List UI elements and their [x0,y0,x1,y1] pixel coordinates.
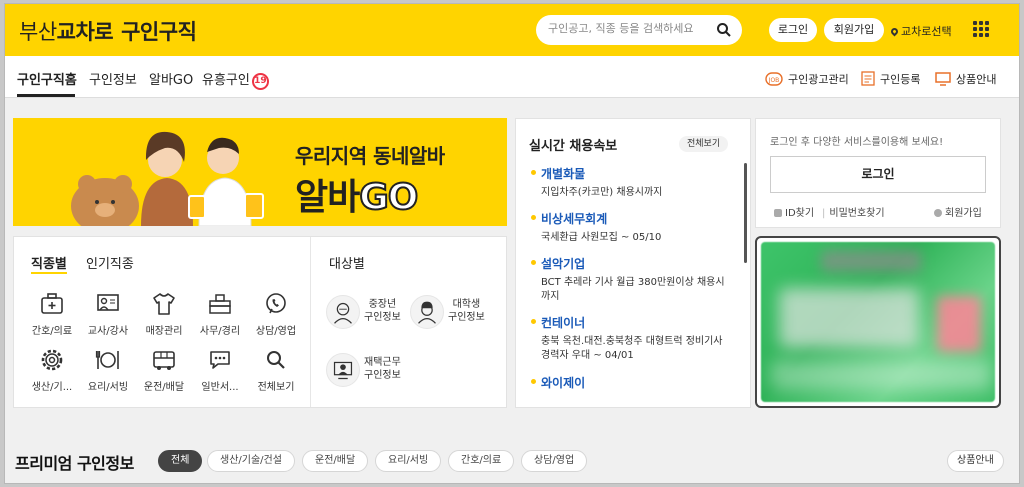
job-category-card: 직종별 인기직종 간호/의료 교사/강사 매장관리 사무/경리 상담/영업 생산… [13,236,507,408]
site-logo[interactable]: 부산교차로 구인구직 [19,16,197,46]
tab-entertainment-label: 유흥구인 [202,73,250,88]
region-select[interactable]: 교차로선택 [889,23,952,39]
banner-headline: 우리지역 동네알바 [295,144,445,168]
page-frame: 부산교차로 구인구직 로그인 회원가입 교차로선택 구인구직홈 구인정보 알바GO… [4,3,1020,484]
login-message: 로그인 후 다양한 서비스를이용해 보세요! [770,137,944,148]
tab-job-info[interactable]: 구인정보 [89,69,137,88]
job-category-consulting[interactable]: 상담/영업 [246,291,306,337]
premium-product-info-button[interactable]: 상품안내 [947,450,1004,472]
top-header: 부산교차로 구인구직 로그인 회원가입 교차로선택 [5,4,1019,56]
header-login-button[interactable]: 로그인 [769,18,817,42]
logo-service: 구인구직 [121,20,197,44]
search-icon [267,351,285,369]
realtime-item[interactable]: 개별화물 지입차주(카코만) 채용시까지 [531,165,731,200]
login-card: 로그인 후 다양한 서비스를이용해 보세요! 로그인 ID찾기 | 비밀번호찾기 … [755,118,1001,228]
premium-chip-medical[interactable]: 간호/의료 [448,450,515,472]
medical-kit-icon [41,293,63,314]
tab-job-home[interactable]: 구인구직홈 [17,69,77,88]
realtime-item[interactable]: 와이제이 [531,374,731,391]
realtime-scrollbar[interactable] [744,163,747,263]
adult-19-badge: 19 [251,73,269,90]
realtime-title: 실시간 채용속보 [529,139,618,154]
gear-icon [41,349,63,371]
svg-text:JOB: JOB [768,77,780,84]
teacher-board-icon [97,294,119,311]
office-desk-icon [209,294,231,314]
location-pin-icon [889,26,900,37]
main-nav: 구인구직홈 구인정보 알바GO 유흥구인 19 JOB 구인광고관리 구인등록 상품… [5,56,1019,98]
divider [310,237,311,407]
nav-job-ad-manage[interactable]: JOB 구인광고관리 [765,71,849,87]
job-category-cooking[interactable]: 요리/서빙 [78,347,138,393]
job-category-office[interactable]: 사무/경리 [190,291,250,337]
realtime-view-all-button[interactable]: 전체보기 [679,136,729,152]
premium-chip-production[interactable]: 생산/기술/건설 [207,450,295,472]
realtime-hiring-card: 실시간 채용속보 전체보기 개별화물 지입차주(카코만) 채용시까지 비상세무회… [515,118,751,408]
header-join-button[interactable]: 회원가입 [824,18,884,42]
cutlery-icon [95,351,119,369]
active-tab-indicator [17,94,75,97]
remote-work-icon [326,353,360,387]
tab-popular-jobs[interactable]: 인기직종 [86,253,134,272]
job-category-teacher[interactable]: 교사/강사 [78,291,138,337]
job-category-store[interactable]: 매장관리 [134,291,194,337]
job-register-icon [861,71,875,86]
premium-chip-cooking[interactable]: 요리/서빙 [375,450,442,472]
shirt-icon [153,293,175,315]
banner-illustration [71,131,264,226]
search-icon[interactable] [716,22,732,38]
premium-chip-all[interactable]: 전체 [158,450,203,472]
find-password-link[interactable]: | 비밀번호찾기 [822,204,885,219]
nav-product-info[interactable]: 상품안내 [935,71,996,87]
nav-job-register[interactable]: 구인등록 [861,71,920,87]
realtime-item[interactable]: 컨테이너 충북 옥천.대전.충북청주 대형트럭 정비기사 경력자 우대 ~ 04… [531,314,731,363]
target-section-title: 대상별 [329,257,365,272]
speech-bubble-icon [210,351,230,369]
job-category-medical[interactable]: 간호/의료 [22,291,82,337]
tab-alba-go[interactable]: 알바GO [149,69,193,88]
banner-brand: 알바GO [295,176,419,219]
job-category-general-service[interactable]: 일반서... [190,347,250,393]
realtime-item[interactable]: 설악기업 BCT 추레라 기사 월급 380만원이상 채용시까지 [531,255,731,304]
lock-icon [774,209,782,217]
join-link[interactable]: 회원가입 [934,204,982,219]
ad-image [761,242,995,402]
logo-brand: 교차로 [56,20,114,44]
premium-title: 프리미엄 구인정보 [15,454,134,473]
monitor-icon [935,72,951,86]
job-category-production[interactable]: 생산/기... [22,347,82,393]
realtime-item[interactable]: 비상세무회계 국세환급 사원모집 ~ 05/10 [531,210,731,245]
premium-chip-driving[interactable]: 운전/배달 [302,450,369,472]
job-category-view-all[interactable]: 전체보기 [246,347,306,393]
premium-chip-consulting[interactable]: 상담/영업 [521,450,588,472]
phone-chat-icon [266,293,286,314]
search-input[interactable] [548,22,716,35]
all-menu-grid-icon[interactable] [973,21,989,37]
search-box [536,15,742,45]
side-ad-banner[interactable] [755,236,1001,408]
login-button[interactable]: 로그인 [770,156,986,193]
user-icon [934,209,942,217]
tab-entertainment-jobs[interactable]: 유흥구인 19 [202,69,269,90]
alba-go-banner[interactable]: 우리지역 동네알바 알바GO [13,118,507,226]
job-category-driving[interactable]: 운전/배달 [134,347,194,393]
logo-region: 부산 [19,20,57,44]
senior-avatar-icon [326,295,360,329]
find-id-link[interactable]: ID찾기 [774,204,814,219]
tab-by-job-type[interactable]: 직종별 [31,253,67,274]
bus-icon [153,351,175,370]
job-ad-manage-icon: JOB [765,72,783,86]
premium-job-section: 프리미엄 구인정보 전체 생산/기술/건설 운전/배달 요리/서빙 간호/의료 … [5,436,1019,483]
student-avatar-icon [410,295,444,329]
region-label: 교차로선택 [901,25,952,38]
